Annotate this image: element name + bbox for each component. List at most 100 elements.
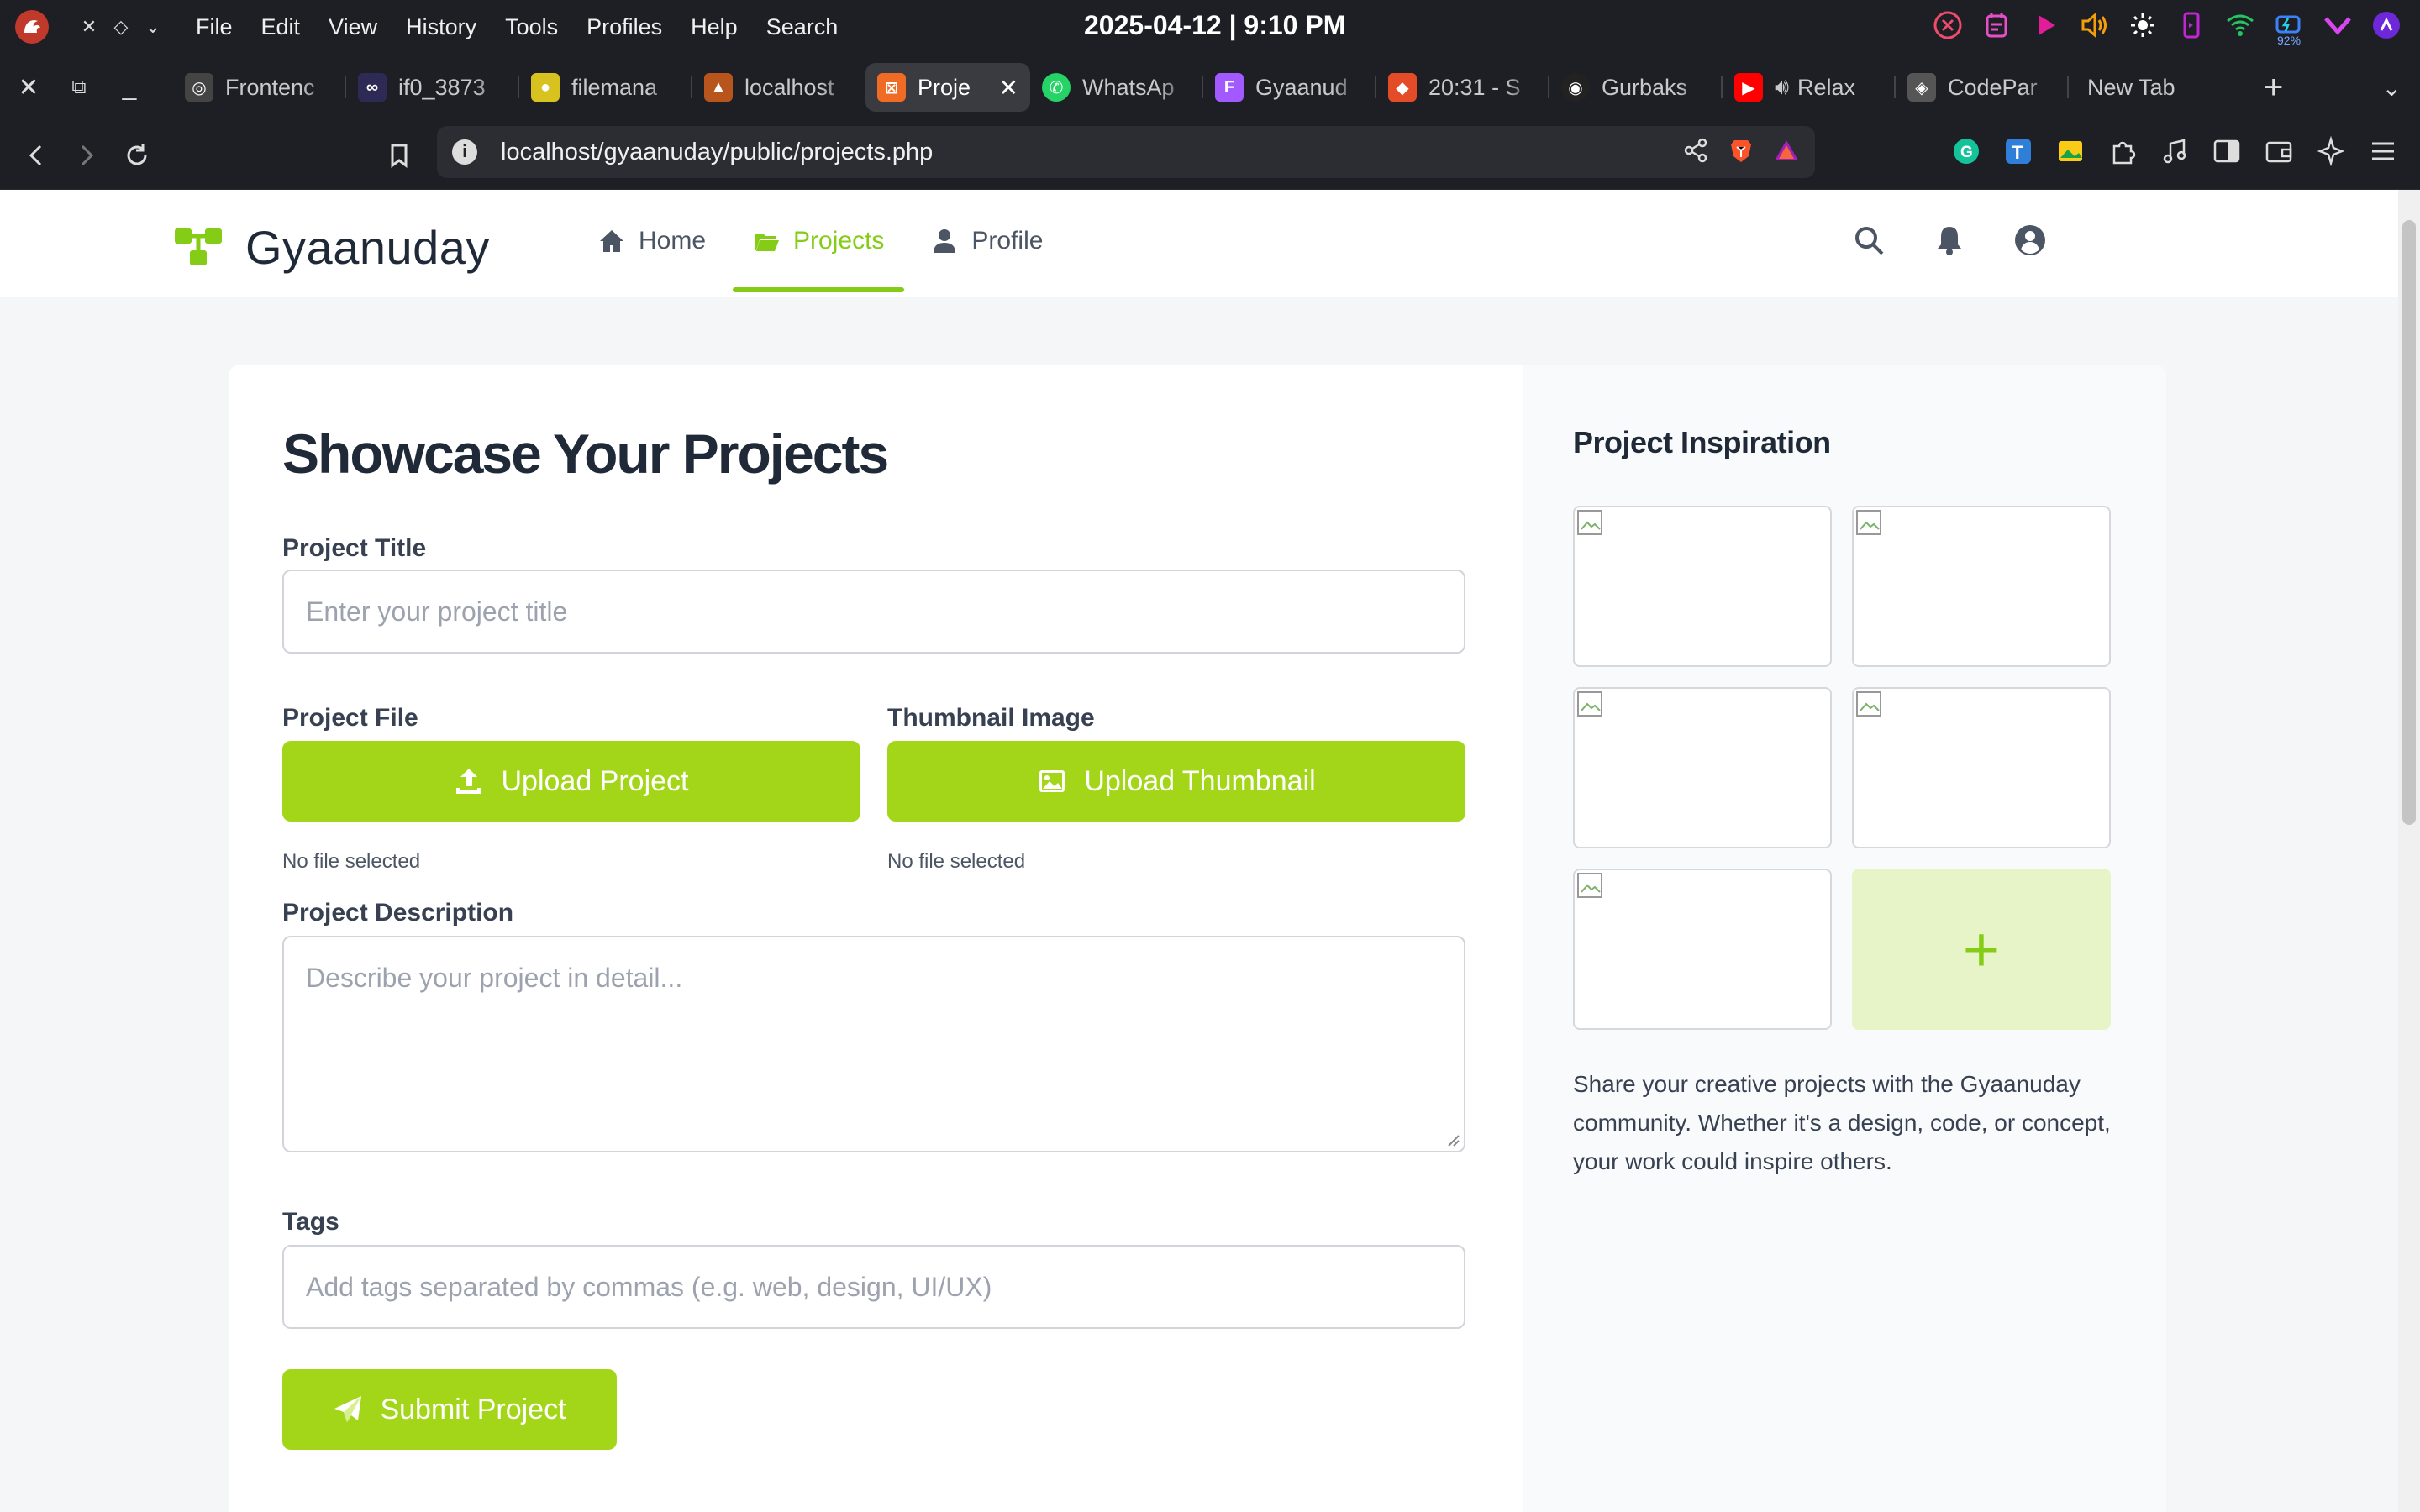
close-window-icon[interactable]: ✕: [3, 62, 54, 113]
menu-help[interactable]: Help: [676, 14, 752, 40]
nav-profile-label: Profile: [971, 227, 1044, 255]
menu-view[interactable]: View: [314, 14, 392, 40]
extensions-puzzle-icon[interactable]: [2106, 134, 2139, 168]
brave-shields-icon[interactable]: [1728, 137, 1754, 168]
back-icon[interactable]: [12, 131, 60, 180]
tab-codepen[interactable]: ◈ CodePar: [1896, 63, 2069, 112]
user-icon: [934, 229, 956, 253]
tab-gyaanuday-figma[interactable]: F Gyaanud: [1203, 63, 1376, 112]
distro-logo-icon[interactable]: [15, 10, 49, 44]
inspiration-thumbnail[interactable]: [1573, 869, 1832, 1030]
reload-icon[interactable]: [113, 131, 161, 180]
inspiration-thumbnail[interactable]: [1852, 506, 2111, 667]
tab-localhost[interactable]: ▲ localhost: [692, 63, 865, 112]
forward-icon[interactable]: [62, 131, 111, 180]
xampp-icon: ⊠: [877, 73, 906, 102]
menu-profiles[interactable]: Profiles: [572, 14, 676, 40]
address-bar[interactable]: i localhost/gyaanuday/public/projects.ph…: [437, 126, 1815, 178]
window-sticky-icon[interactable]: ◇: [113, 16, 129, 38]
tab-github[interactable]: ◉ Gurbaks: [1549, 63, 1723, 112]
music-icon[interactable]: [2158, 134, 2191, 168]
nav-home-label: Home: [639, 227, 707, 255]
leo-ai-icon[interactable]: [2314, 134, 2348, 168]
page-scrollbar[interactable]: [2398, 190, 2420, 1512]
tab-strip: ✕ ⧉ _ ◎ Frontenc ∞ if0_3873 ● filemana ▲ loc…: [0, 54, 2420, 121]
url-text[interactable]: localhost/gyaanuday/public/projects.php: [501, 139, 1682, 166]
grammarly-icon[interactable]: G: [1949, 134, 1983, 168]
tab-projects-active[interactable]: ⊠ Proje ✕: [865, 63, 1030, 112]
audio-playing-icon[interactable]: 🔊︎: [1775, 74, 1789, 101]
github-icon: ◉: [1561, 73, 1590, 102]
close-circle-icon[interactable]: [1931, 8, 1965, 42]
app-menu-bar: File Edit View History Tools Profiles He…: [182, 14, 852, 40]
tab-relax[interactable]: ▶ 🔊︎ Relax: [1723, 63, 1896, 112]
nav-home[interactable]: Home: [578, 190, 726, 292]
broken-image-icon: [1577, 510, 1602, 535]
search-icon[interactable]: [1852, 223, 1886, 257]
hamburger-menu-icon[interactable]: [2366, 134, 2400, 168]
menu-history[interactable]: History: [392, 14, 491, 40]
wifi-icon[interactable]: [2223, 8, 2257, 42]
account-circle-icon[interactable]: [2013, 223, 2047, 257]
tags-input[interactable]: Add tags separated by commas (e.g. web, …: [282, 1245, 1465, 1329]
site-info-icon[interactable]: i: [452, 139, 477, 165]
minimize-window-icon[interactable]: _: [104, 62, 155, 113]
phpmyadmin-icon: ▲: [704, 73, 733, 102]
user-avatar-icon[interactable]: [2370, 8, 2403, 42]
sidebar-toggle-icon[interactable]: [2210, 134, 2244, 168]
tab-2031[interactable]: ◆ 20:31 - S: [1376, 63, 1549, 112]
battery-icon[interactable]: 92%: [2272, 8, 2306, 47]
wallet-icon[interactable]: [2262, 134, 2296, 168]
resize-grip-icon[interactable]: [1445, 1132, 1460, 1147]
brand[interactable]: Gyaanuday: [173, 220, 490, 275]
restore-window-icon[interactable]: ⧉: [54, 62, 104, 113]
thumbnail-status: No file selected: [887, 850, 1026, 873]
system-clock[interactable]: 2025-04-12 | 9:10 PM: [1084, 10, 1345, 41]
phone-icon[interactable]: [2175, 8, 2208, 42]
main-nav: Home Projects Profile: [578, 190, 1070, 297]
new-tab-plus-icon[interactable]: +: [2264, 69, 2283, 107]
inspiration-thumbnail[interactable]: [1573, 506, 1832, 667]
project-title-placeholder: Enter your project title: [306, 596, 568, 627]
upload-icon: [456, 769, 482, 794]
brave-rewards-icon[interactable]: [1773, 137, 1800, 168]
bookmark-icon[interactable]: [375, 131, 424, 180]
play-icon[interactable]: [2028, 8, 2062, 42]
tab-whatsapp[interactable]: ✆ WhatsAp: [1030, 63, 1203, 112]
nav-profile[interactable]: Profile: [911, 190, 1063, 292]
broken-image-icon: [1856, 510, 1881, 535]
window-menu-icon[interactable]: ⌄: [145, 16, 161, 38]
add-inspiration-button[interactable]: +: [1852, 869, 2111, 1030]
image-extension-icon[interactable]: [2054, 134, 2087, 168]
tab-list-chevron-icon[interactable]: ⌄: [2382, 74, 2402, 102]
inspiration-sidebar: Project Inspiration + Share your creativ…: [1523, 365, 2166, 1512]
upload-project-button[interactable]: Upload Project: [282, 741, 860, 822]
bell-icon[interactable]: [1933, 223, 1966, 257]
project-title-input[interactable]: Enter your project title: [282, 570, 1465, 654]
tab-if0[interactable]: ∞ if0_3873: [346, 63, 519, 112]
window-close-icon[interactable]: ✕: [81, 16, 97, 38]
menu-file[interactable]: File: [182, 14, 247, 40]
volume-icon[interactable]: [2077, 8, 2111, 42]
nav-projects[interactable]: Projects: [733, 190, 905, 292]
inspiration-thumbnail[interactable]: [1573, 687, 1832, 848]
translate-icon[interactable]: T: [2002, 134, 2035, 168]
share-icon[interactable]: [1682, 137, 1709, 168]
tab-new-tab[interactable]: New Tab: [2069, 63, 2242, 112]
tab-frontend[interactable]: ◎ Frontenc: [173, 63, 346, 112]
submit-project-button[interactable]: Submit Project: [282, 1369, 617, 1450]
upload-thumbnail-button[interactable]: Upload Thumbnail: [887, 741, 1465, 822]
scrollbar-thumb[interactable]: [2402, 220, 2416, 825]
page-title: Showcase Your Projects: [282, 423, 889, 485]
menu-search[interactable]: Search: [752, 14, 853, 40]
inspiration-thumbnail[interactable]: [1852, 687, 2111, 848]
tab-filemanager[interactable]: ● filemana: [519, 63, 692, 112]
chevron-down-icon[interactable]: [2321, 8, 2354, 42]
brightness-icon[interactable]: [2126, 8, 2160, 42]
menu-edit[interactable]: Edit: [247, 14, 315, 40]
close-tab-icon[interactable]: ✕: [999, 74, 1018, 102]
description-textarea[interactable]: Describe your project in detail...: [282, 936, 1465, 1152]
openai-icon: ◎: [185, 73, 213, 102]
calendar-icon[interactable]: [1980, 8, 2013, 42]
menu-tools[interactable]: Tools: [491, 14, 572, 40]
